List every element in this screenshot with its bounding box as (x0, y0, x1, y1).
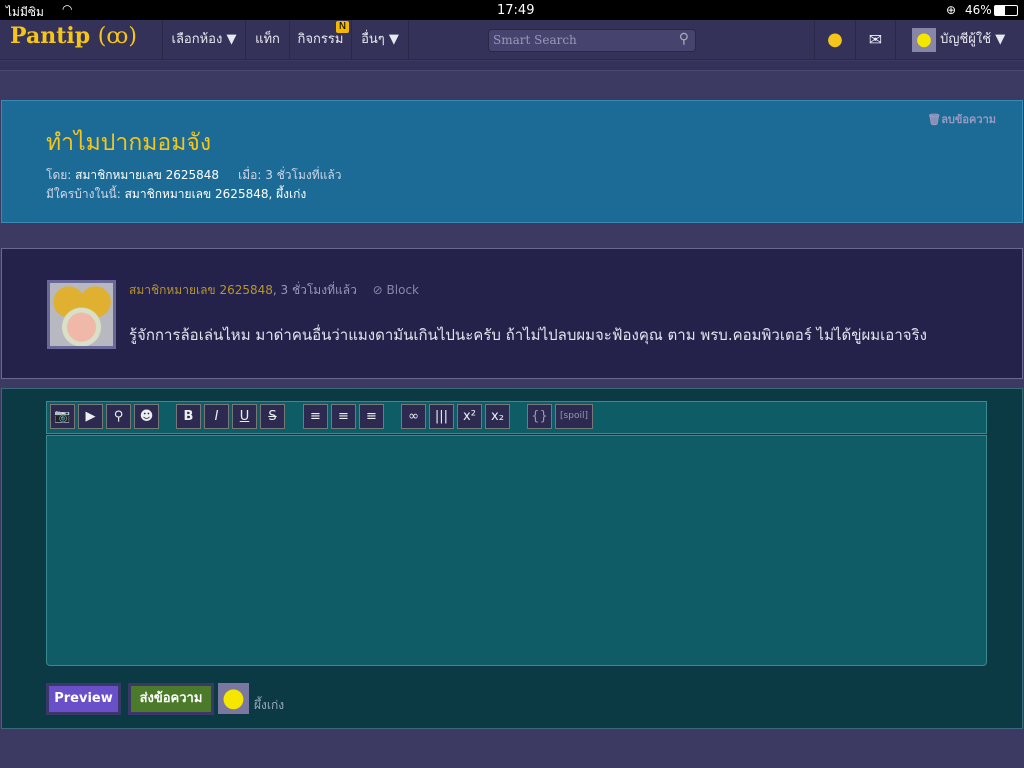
nav-more[interactable]: อื่นๆ ▼ (351, 20, 409, 60)
username: ผึ้งเก่ง (254, 698, 285, 712)
video-button[interactable]: ▶ (78, 404, 103, 429)
status-bar: ไม่มีซิม ◠ 17:49 ⊕ 46% (0, 0, 1024, 20)
map-pin-icon: ⚲ (113, 409, 124, 424)
rotation-lock-icon: ⊕ (946, 3, 957, 17)
superscript-button[interactable]: x² (457, 404, 482, 429)
video-icon: ▶ (85, 409, 96, 424)
wifi-icon: ◠ (62, 2, 73, 16)
code-icon: {} (531, 409, 548, 424)
align-center-button[interactable]: ≡ (331, 404, 356, 429)
search-icon[interactable]: ⚲ (679, 29, 689, 50)
battery-icon (994, 5, 1018, 16)
map-pin-button[interactable]: ⚲ (106, 404, 131, 429)
add-topic-icon: ● (827, 29, 843, 50)
sub-nav-band (0, 61, 1024, 71)
account-menu[interactable]: ● บัญชีผู้ใช้ ▼ (895, 20, 1024, 60)
comment-body: รู้จักการล้อเล่นไหม มาด่าคนอื่นว่าแมงดาม… (129, 326, 927, 344)
mail-icon: ✉ (868, 30, 883, 49)
superscript-icon: x² (463, 409, 476, 424)
author-link[interactable]: สมาชิกหมายเลข 2625848 (75, 168, 219, 182)
spoiler-icon: [spoil] (560, 411, 588, 421)
barcode-button[interactable]: ||| (429, 404, 454, 429)
italic-icon: I (214, 409, 219, 424)
strikethrough-icon: S (268, 409, 277, 424)
bold-icon: B (183, 409, 194, 424)
subscript-button[interactable]: x₂ (485, 404, 510, 429)
align-right-button[interactable]: ≡ (359, 404, 384, 429)
emoticon-icon: ☻ (139, 409, 154, 424)
image-icon: 📷 (54, 409, 71, 424)
comment: สมาชิกหมายเลข 2625848, 3 ชั่วโมงที่แล้ว … (1, 248, 1023, 379)
bold-button[interactable]: B (176, 404, 201, 429)
page-title: ทำไมปากมอมจัง (46, 130, 212, 156)
align-left-button[interactable]: ≡ (303, 404, 328, 429)
clock: 17:49 (497, 3, 535, 18)
image-button[interactable]: 📷 (50, 404, 75, 429)
barcode-icon: ||| (434, 409, 449, 424)
user-avatar: ● (218, 683, 249, 714)
search-input[interactable]: Smart Search ⚲ (488, 29, 696, 52)
subscript-icon: x₂ (491, 409, 504, 424)
underline-icon: U (239, 409, 250, 424)
trash-icon: 🗑 (927, 113, 942, 126)
emoticon-button[interactable]: ☻ (134, 404, 159, 429)
top-nav: Pantip (ꝏ) เลือกห้อง ▼ แท็ก กิจกรรม N อื… (0, 20, 1024, 60)
topic-header: 🗑ลบข้อความ ทำไมปากมอมจัง โดย: สมาชิกหมาย… (1, 100, 1023, 223)
new-topic-button[interactable]: ● (814, 20, 855, 60)
comment-avatar (47, 280, 116, 349)
battery-percent: 46% (965, 3, 992, 17)
block-icon: ⊘ (372, 283, 383, 297)
nav-activities[interactable]: กิจกรรม N (289, 20, 351, 60)
participants: มีใครบ้างในนี้: สมาชิกหมายเลข 2625848, ผ… (46, 187, 307, 201)
nav-select-room[interactable]: เลือกห้อง ▼ (162, 20, 245, 60)
topic-meta: โดย: สมาชิกหมายเลข 2625848 เมื่อ: 3 ชั่ว… (46, 168, 342, 182)
link-button[interactable]: ∞ (401, 404, 426, 429)
comment-meta: สมาชิกหมายเลข 2625848, 3 ชั่วโมงที่แล้ว … (129, 283, 419, 297)
pantip-logo[interactable]: Pantip (ꝏ) (10, 23, 137, 49)
align-right-icon: ≡ (366, 409, 377, 424)
spoiler-button[interactable]: [spoil] (555, 404, 593, 429)
delete-post-link[interactable]: 🗑ลบข้อความ (927, 110, 996, 128)
block-button[interactable]: ⊘ Block (373, 283, 419, 297)
code-button[interactable]: {} (527, 404, 552, 429)
messages-button[interactable]: ✉ (855, 20, 895, 60)
new-badge: N (336, 21, 349, 33)
reply-textarea[interactable] (46, 435, 987, 666)
link-icon: ∞ (408, 409, 419, 424)
align-center-icon: ≡ (338, 409, 349, 424)
italic-button[interactable]: I (204, 404, 229, 429)
preview-button[interactable]: Preview (46, 683, 121, 715)
avatar: ● (912, 27, 936, 52)
comment-author[interactable]: สมาชิกหมายเลข 2625848 (129, 283, 273, 297)
nav-tags[interactable]: แท็ก (245, 20, 289, 60)
underline-button[interactable]: U (232, 404, 257, 429)
submit-button[interactable]: ส่งข้อความ (128, 683, 214, 715)
strikethrough-button[interactable]: S (260, 404, 285, 429)
align-left-icon: ≡ (310, 409, 321, 424)
